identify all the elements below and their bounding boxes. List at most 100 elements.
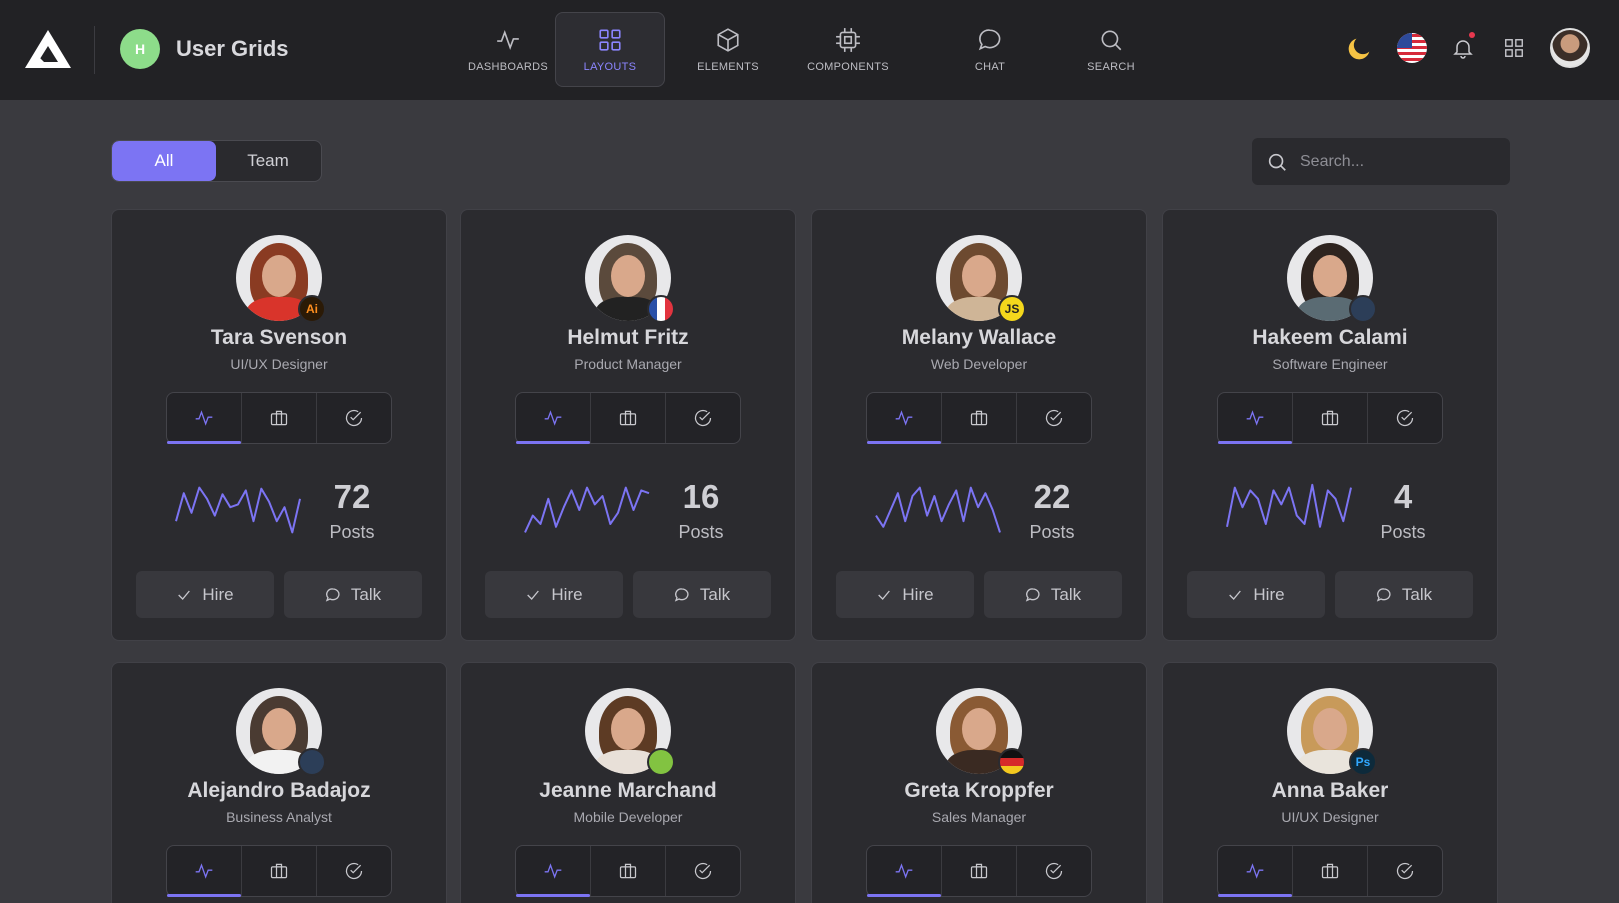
apps-grid-icon [1505,39,1523,57]
tab-tasks[interactable] [1016,393,1091,443]
tab-tasks[interactable] [1367,393,1442,443]
android-badge [647,748,675,776]
tab-activity[interactable] [1218,393,1292,444]
user-role: Sales Manager [931,809,1027,825]
activity-icon [497,29,519,50]
briefcase-icon [1321,410,1339,426]
sparkline-series [175,486,301,534]
card-tabs [166,845,392,897]
activity-sparkline [524,486,650,533]
search-input[interactable] [1300,152,1500,171]
tab-portfolio[interactable] [590,393,665,443]
sparkline-series [1226,483,1352,528]
avatar-wrap [1287,235,1377,323]
card-tabs [515,392,741,444]
activity-icon [895,410,913,426]
tab-activity[interactable] [867,393,941,444]
hire-button[interactable]: Hire [836,571,974,618]
hire-label: Hire [551,584,583,604]
dark-mode-toggle[interactable] [1340,28,1380,68]
filter-team-button[interactable]: Team [216,141,320,181]
tab-portfolio[interactable] [1292,846,1367,896]
cube-icon [717,27,739,52]
tab-activity[interactable] [516,846,590,897]
nav-components[interactable]: COMPONENTS [793,12,903,87]
hire-button[interactable]: Hire [136,571,274,618]
talk-button[interactable]: Talk [984,571,1122,618]
tab-portfolio[interactable] [1292,393,1367,443]
check-circle-icon [345,862,363,880]
language-selector[interactable] [1392,28,1432,68]
check-circle-icon [1045,409,1063,427]
nav-elements[interactable]: ELEMENTS [673,12,783,87]
tab-portfolio[interactable] [590,846,665,896]
search-icon [1101,30,1122,50]
user-name: Anna Baker [1271,779,1389,802]
check-icon [178,590,191,600]
logo-icon[interactable] [24,28,72,70]
activity-icon [1246,863,1264,879]
tab-portfolio[interactable] [941,393,1016,443]
user-card-alejandro-badajoz: Alejandro Badajoz Business Analyst [111,662,447,903]
user-name: Greta Kroppfer [904,779,1054,802]
grid-icon [599,28,621,51]
tab-activity[interactable] [167,393,241,444]
chat-icon [325,587,340,602]
check-icon [1229,590,1242,600]
nav-search[interactable]: SEARCH [1056,12,1166,87]
photoshop-badge: Ps [1349,748,1377,776]
card-tabs [866,845,1092,897]
divider [94,26,95,74]
hire-label: Hire [1253,584,1285,604]
filter-all-button[interactable]: All [112,141,216,181]
user-role: Product Manager [574,356,682,372]
user-name: Helmut Fritz [567,326,689,349]
avatar-wrap: JS [936,235,1026,323]
bell-icon [1453,40,1473,59]
python-badge [1349,295,1377,323]
user-role: UI/UX Designer [1281,809,1379,825]
user-name: Melany Wallace [901,326,1057,349]
tab-activity[interactable] [167,846,241,897]
python-badge [298,748,326,776]
user-avatar[interactable] [1550,28,1590,68]
tab-tasks[interactable] [665,846,740,896]
tab-tasks[interactable] [1367,846,1442,896]
briefcase-icon [970,410,988,426]
notifications-button[interactable] [1443,28,1483,68]
nav-label: DASHBOARDS [467,60,549,73]
nav-layouts[interactable]: LAYOUTS [555,12,665,87]
tab-tasks[interactable] [316,846,391,896]
tab-portfolio[interactable] [241,393,316,443]
tab-activity[interactable] [516,393,590,444]
tab-activity[interactable] [867,846,941,897]
nav-dashboards[interactable]: DASHBOARDS [453,12,563,87]
tab-activity[interactable] [1218,846,1292,897]
activity-icon [195,863,213,879]
hire-button[interactable]: Hire [1187,571,1325,618]
talk-button[interactable]: Talk [284,571,422,618]
javascript-badge: JS [998,295,1026,323]
nav-chat[interactable]: CHAT [935,12,1045,87]
talk-label: Talk [699,584,731,604]
talk-button[interactable]: Talk [633,571,771,618]
talk-button[interactable]: Talk [1335,571,1473,618]
tab-tasks[interactable] [1016,846,1091,896]
card-tabs [515,845,741,897]
tab-portfolio[interactable] [241,846,316,896]
user-role: Business Analyst [226,809,332,825]
tab-tasks[interactable] [316,393,391,443]
user-role: Mobile Developer [573,809,683,825]
filter-toggle: All Team [111,140,322,182]
posts-label: Posts [1029,522,1075,542]
tab-portfolio[interactable] [941,846,1016,896]
briefcase-icon [619,863,637,879]
apps-button[interactable] [1494,28,1534,68]
card-tabs [1217,845,1443,897]
tab-tasks[interactable] [665,393,740,443]
card-tabs [166,392,392,444]
user-card-helmut-fritz: Helmut Fritz Product Manager 16 Posts Hire… [460,209,796,641]
notification-dot [1469,32,1475,38]
hire-button[interactable]: Hire [485,571,623,618]
card-tabs [1217,392,1443,444]
